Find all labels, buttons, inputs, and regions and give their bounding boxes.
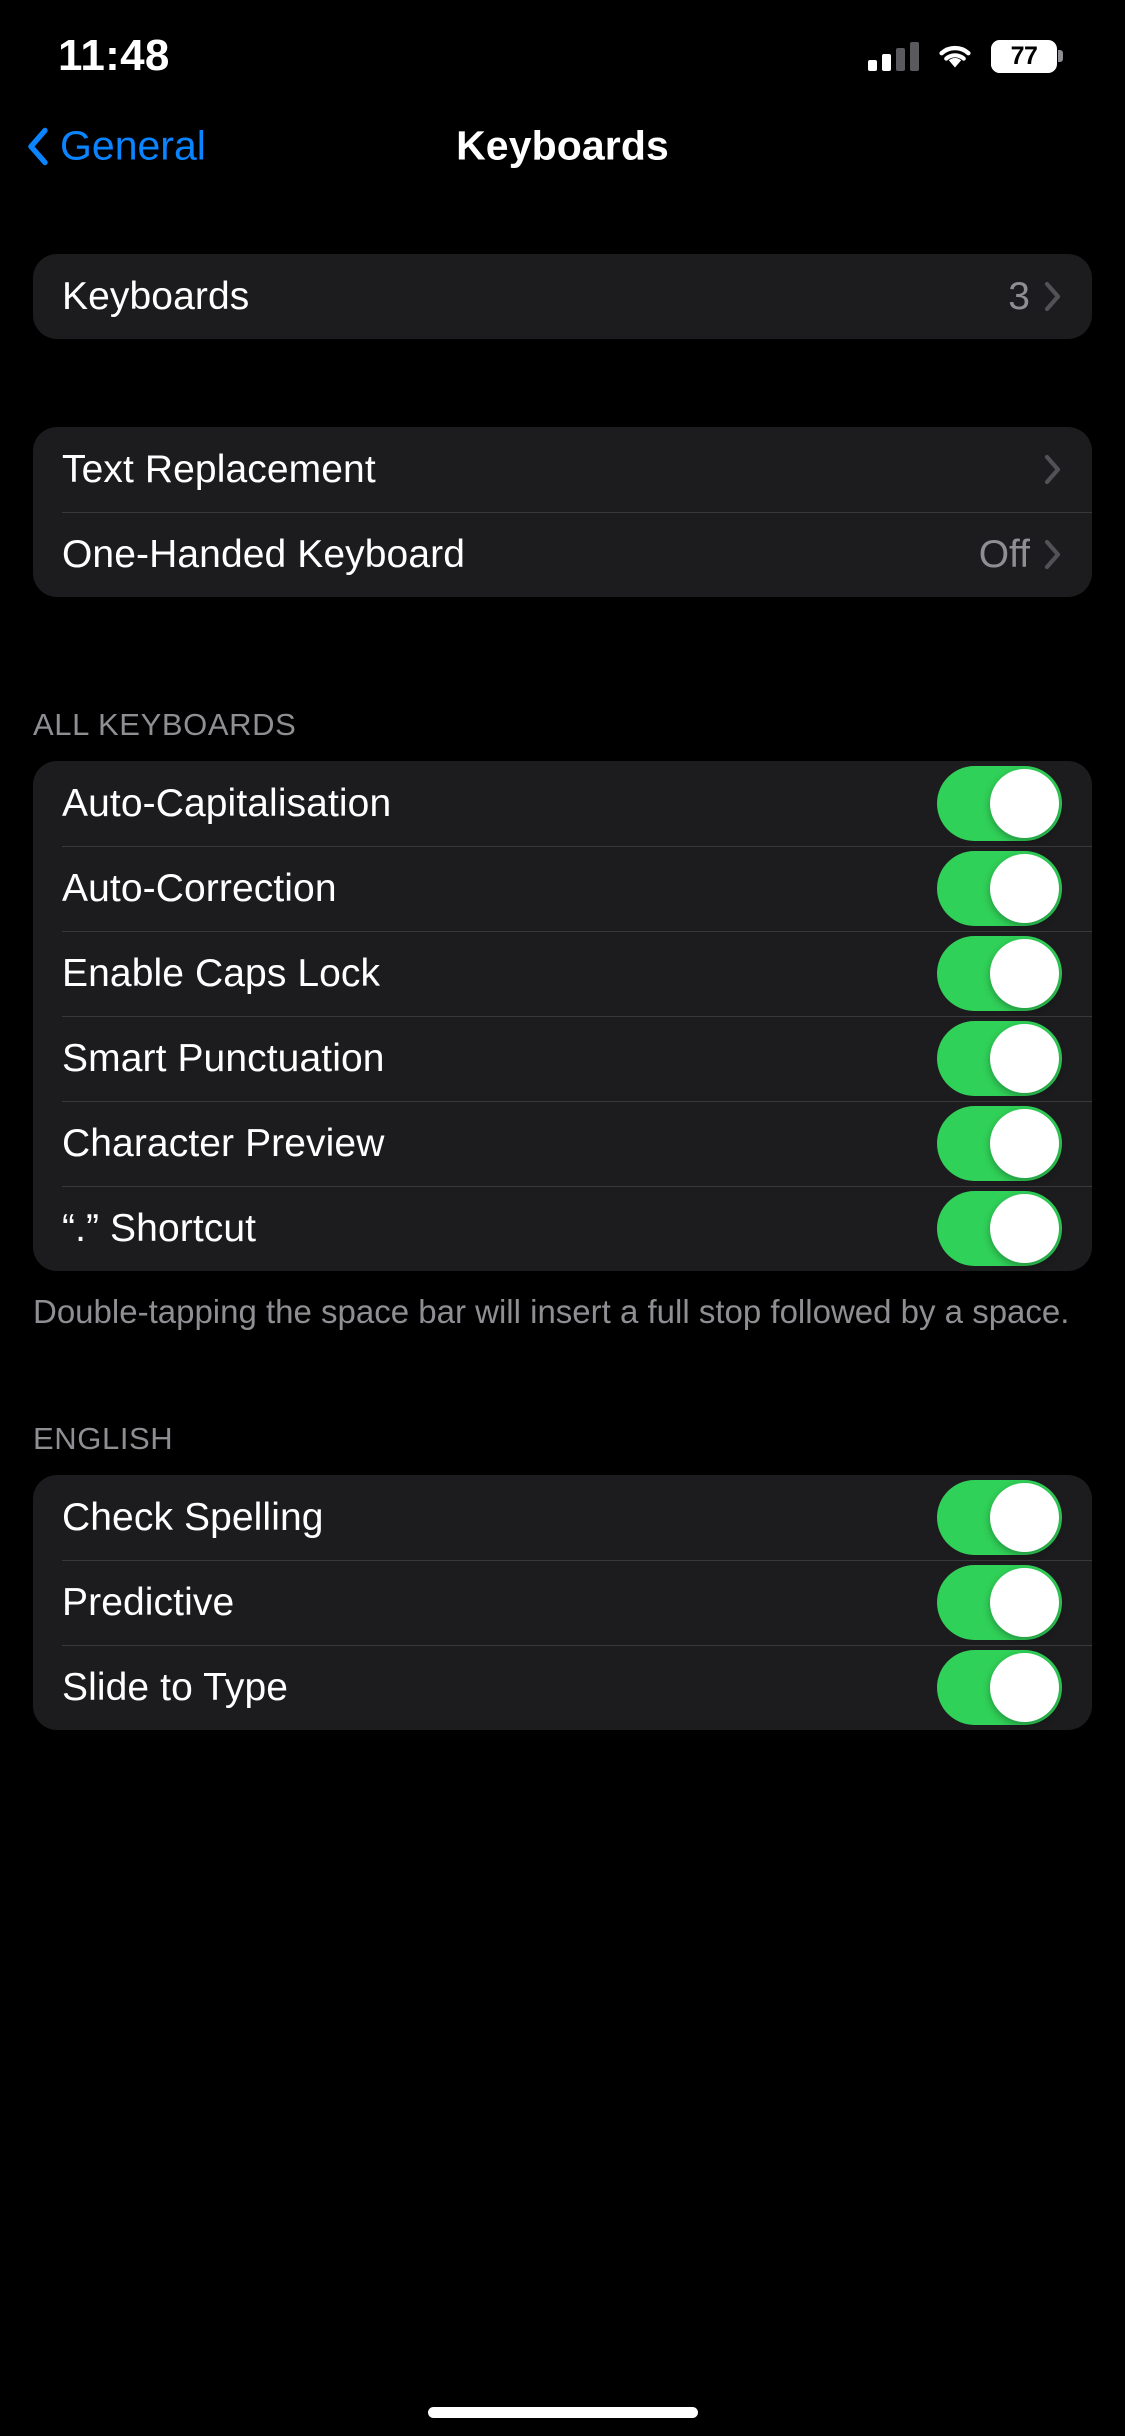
wifi-icon bbox=[935, 42, 975, 71]
row-label: Smart Punctuation bbox=[62, 1036, 385, 1080]
row-label: “.” Shortcut bbox=[62, 1206, 257, 1250]
toggle-check-spelling[interactable] bbox=[937, 1480, 1062, 1556]
all-keyboards-card: Auto-Capitalisation Auto-Correction Enab… bbox=[33, 761, 1092, 1271]
settings-list[interactable]: Keyboards 3 Text Replacement One-Handed … bbox=[0, 192, 1125, 2436]
row-label: Predictive bbox=[62, 1580, 235, 1624]
toggle-auto-capitalisation[interactable] bbox=[937, 766, 1062, 841]
status-bar-time: 11:48 bbox=[58, 31, 170, 80]
battery-icon: 77 bbox=[991, 39, 1063, 73]
row-enable-caps-lock[interactable]: Enable Caps Lock bbox=[33, 931, 1092, 1016]
row-check-spelling[interactable]: Check Spelling bbox=[33, 1475, 1092, 1560]
row-label: One-Handed Keyboard bbox=[62, 532, 466, 576]
row-value: Off bbox=[978, 532, 1030, 576]
row-character-preview[interactable]: Character Preview bbox=[33, 1101, 1092, 1186]
chevron-right-icon bbox=[1044, 539, 1062, 570]
row-label: Check Spelling bbox=[62, 1495, 324, 1539]
row-value: 3 bbox=[1008, 274, 1030, 318]
toggle-character-preview[interactable] bbox=[937, 1106, 1062, 1181]
toggle-smart-punctuation[interactable] bbox=[937, 1021, 1062, 1096]
section-header-english: ENGLISH bbox=[33, 1421, 174, 1457]
row-keyboards[interactable]: Keyboards 3 bbox=[33, 254, 1092, 339]
row-auto-correction[interactable]: Auto-Correction bbox=[33, 846, 1092, 931]
row-label: Character Preview bbox=[62, 1121, 385, 1165]
row-period-shortcut[interactable]: “.” Shortcut bbox=[33, 1186, 1092, 1271]
status-bar: 11:48 77 bbox=[0, 0, 1125, 100]
row-auto-capitalisation[interactable]: Auto-Capitalisation bbox=[33, 761, 1092, 846]
row-one-handed-keyboard[interactable]: One-Handed Keyboard Off bbox=[33, 512, 1092, 597]
chevron-right-icon bbox=[1044, 281, 1062, 312]
text-options-card: Text Replacement One-Handed Keyboard Off bbox=[33, 427, 1092, 597]
row-label: Auto-Capitalisation bbox=[62, 781, 392, 825]
row-label: Keyboards bbox=[62, 274, 250, 318]
section-footer-all-keyboards: Double-tapping the space bar will insert… bbox=[33, 1293, 1070, 1330]
english-card: Check Spelling Predictive Slide to Type bbox=[33, 1475, 1092, 1731]
row-predictive[interactable]: Predictive bbox=[33, 1560, 1092, 1645]
toggle-auto-correction[interactable] bbox=[937, 851, 1062, 926]
toggle-enable-caps-lock[interactable] bbox=[937, 936, 1062, 1011]
section-header-all-keyboards: ALL KEYBOARDS bbox=[33, 707, 297, 742]
chevron-right-icon bbox=[1044, 454, 1062, 485]
toggle-slide-to-type[interactable] bbox=[937, 1650, 1062, 1726]
row-smart-punctuation[interactable]: Smart Punctuation bbox=[33, 1016, 1092, 1101]
battery-percent-label: 77 bbox=[1010, 41, 1038, 70]
toggle-predictive[interactable] bbox=[937, 1565, 1062, 1641]
status-bar-indicators: 77 bbox=[868, 39, 1063, 73]
row-label: Text Replacement bbox=[62, 447, 376, 491]
row-label: Enable Caps Lock bbox=[62, 951, 381, 995]
row-slide-to-type[interactable]: Slide to Type bbox=[33, 1645, 1092, 1730]
page-title: Keyboards bbox=[456, 122, 669, 169]
row-text-replacement[interactable]: Text Replacement bbox=[33, 427, 1092, 512]
iphone-screen: 11:48 77 General Keyboards Keyboards 3 T… bbox=[0, 0, 1125, 2436]
row-label: Auto-Correction bbox=[62, 866, 337, 910]
row-label: Slide to Type bbox=[62, 1665, 289, 1709]
keyboards-card: Keyboards 3 bbox=[33, 254, 1092, 339]
home-indicator[interactable] bbox=[427, 2407, 698, 2418]
navigation-bar: General Keyboards bbox=[0, 100, 1125, 192]
cellular-signal-icon bbox=[868, 41, 919, 71]
toggle-period-shortcut[interactable] bbox=[937, 1191, 1062, 1266]
